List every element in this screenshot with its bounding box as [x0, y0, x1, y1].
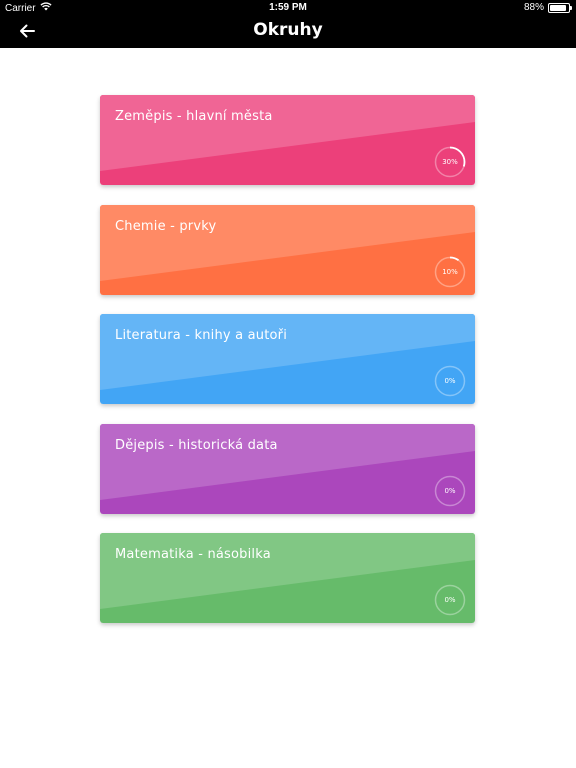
topic-card-matematika[interactable]: Matematika - násobilka 0%	[100, 533, 475, 623]
battery-percent: 88%	[523, 2, 544, 13]
topic-title: Matematika - násobilka	[115, 547, 271, 562]
page-title: Okruhy	[253, 20, 323, 40]
battery-level	[550, 4, 566, 11]
progress-ring: 10%	[434, 256, 466, 288]
navigation-bar: Okruhy	[0, 16, 576, 48]
progress-label: 0%	[444, 377, 456, 385]
progress-ring: 0%	[434, 584, 466, 616]
topic-title: Zeměpis - hlavní města	[115, 109, 273, 124]
topic-card-chemie[interactable]: Chemie - prvky 10%	[100, 204, 475, 295]
arrow-left-icon	[19, 23, 35, 42]
status-time: 1:59 PM	[269, 2, 307, 13]
progress-label: 30%	[442, 158, 458, 166]
topic-list: Zeměpis - hlavní města 30% Chemie - prvky 1…	[100, 95, 476, 643]
status-bar: Carrier 1:59 PM 88%	[0, 0, 576, 16]
progress-ring: 30%	[434, 146, 466, 178]
progress-ring: 0%	[434, 365, 466, 397]
topic-card-zemepis[interactable]: Zeměpis - hlavní města 30%	[100, 95, 475, 185]
topic-card-literatura[interactable]: Literatura - knihy a autoři 0%	[100, 314, 475, 404]
progress-ring: 0%	[434, 475, 466, 507]
topic-title: Dějepis - historická data	[115, 437, 278, 453]
back-button[interactable]	[14, 20, 40, 44]
status-right: 88%	[523, 2, 572, 13]
progress-label: 0%	[444, 486, 456, 495]
battery-icon	[548, 2, 572, 13]
battery-tip	[570, 5, 572, 10]
progress-label: 10%	[442, 267, 458, 276]
progress-label: 0%	[444, 596, 456, 604]
topic-title: Literatura - knihy a autoři	[115, 328, 288, 343]
topic-card-dejepis[interactable]: Dějepis - historická data 0%	[100, 423, 475, 514]
topic-title: Chemie - prvky	[115, 218, 217, 234]
